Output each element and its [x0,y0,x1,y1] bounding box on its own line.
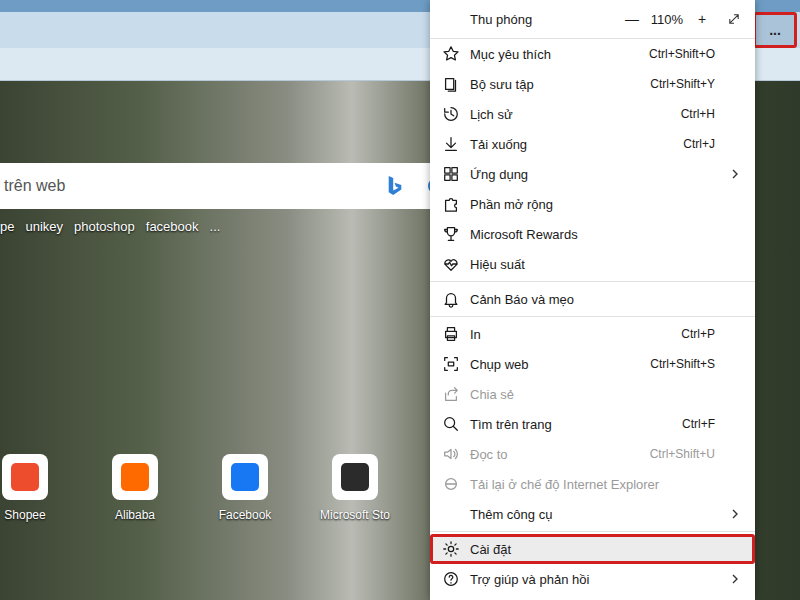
quick-link[interactable]: pe [0,219,14,234]
menu-item[interactable]: Ứng dụng [430,159,755,189]
site-logo-icon [332,454,378,500]
quick-link[interactable]: photoshop [74,219,135,234]
menu-item[interactable]: Tìm trên trang Ctrl+F [430,409,755,439]
menu-item-shortcut: Ctrl+Shift+U [650,447,715,461]
menu-item[interactable]: Lịch sử Ctrl+H [430,99,755,129]
zoom-label: Thu phóng [470,12,621,27]
menu-item-label: Ứng dụng [470,167,715,182]
share-icon [442,385,460,403]
download-icon [442,135,460,153]
apps-icon [442,165,460,183]
site-label: Alibaba [115,508,155,522]
menu-item-label: Phần mở rộng [470,197,715,212]
menu-separator [430,281,755,282]
collections-icon [442,75,460,93]
chevron-right-icon [729,573,741,585]
zoom-in-button[interactable]: + [691,11,713,27]
menu-item[interactable]: Bộ sưu tập Ctrl+Shift+Y [430,69,755,99]
speaker-icon [442,445,460,463]
menu-item[interactable]: Tải lại ở chế độ Internet Explorer [430,469,755,499]
menu-item[interactable]: Đọc to Ctrl+Shift+U [430,439,755,469]
more-button[interactable]: ... [753,12,797,48]
menu-item-shortcut: Ctrl+F [682,417,715,431]
quick-link[interactable]: facebook [146,219,199,234]
fullscreen-icon[interactable] [727,12,741,26]
menu-item-shortcut: Ctrl+Shift+Y [650,77,715,91]
search-icon [442,415,460,433]
menu-item[interactable]: Chụp web Ctrl+Shift+S [430,349,755,379]
trophy-icon [442,225,460,243]
zoom-out-button[interactable]: — [621,11,643,27]
menu-item-label: Cảnh Báo và mẹo [470,292,715,307]
menu-item[interactable]: In Ctrl+P [430,319,755,349]
menu-item[interactable]: Trợ giúp và phản hồi [430,564,755,594]
site-label: Microsoft Sto [320,508,390,522]
menu-item-label: Trợ giúp và phản hồi [470,572,715,587]
chevron-right-icon [729,508,741,520]
printer-icon [442,325,460,343]
menu-item-label: In [470,327,671,342]
menu-item[interactable]: Tải xuống Ctrl+J [430,129,755,159]
menu-item-shortcut: Ctrl+Shift+O [649,47,715,61]
site-label: Shopee [4,508,45,522]
menu-item[interactable]: Microsoft Rewards [430,219,755,249]
ie-icon [442,475,460,493]
menu-item-label: Cài đặt [470,542,715,557]
menu-item-shortcut: Ctrl+P [681,327,715,341]
site-logo-icon [112,454,158,500]
menu-item-label: Tìm trên trang [470,417,672,432]
site-tile[interactable]: Microsoft Sto [305,454,405,522]
menu-item-label: Tải lại ở chế độ Internet Explorer [470,477,715,492]
menu-item-label: Chia sẻ [470,387,715,402]
site-logo-icon [222,454,268,500]
chevron-right-icon [729,168,741,180]
star-icon [442,45,460,63]
menu-item-label: Thêm công cụ [470,507,715,522]
bing-icon[interactable] [386,175,404,197]
menu-item-label: Hiệu suất [470,257,715,272]
site-tile[interactable]: Facebook [195,454,295,522]
help-icon [442,570,460,588]
menu-item[interactable]: Mục yêu thích Ctrl+Shift+O [430,39,755,69]
menu-item[interactable]: Chia sẻ [430,379,755,409]
menu-item-shortcut: Ctrl+Shift+S [650,357,715,371]
menu-item-label: Mục yêu thích [470,47,639,62]
zoom-row: Thu phóng—110%+ [430,0,755,39]
menu-item-label: Đọc to [470,447,640,462]
menu-item[interactable]: Cảnh Báo và mẹo [430,284,755,314]
gear-icon [442,540,460,558]
menu-item-label: Bộ sưu tập [470,77,640,92]
menu-item[interactable]: Phần mở rộng [430,189,755,219]
menu-item-label: Lịch sử [470,107,671,122]
menu-item-label: Microsoft Rewards [470,227,715,242]
heart-pulse-icon [442,255,460,273]
site-logo-icon [2,454,48,500]
menu-item-label: Chụp web [470,357,640,372]
site-tile[interactable]: Shopee [0,454,75,522]
puzzle-icon [442,195,460,213]
menu-item-shortcut: Ctrl+J [683,137,715,151]
site-tile[interactable]: Alibaba [85,454,185,522]
menu-separator [430,531,755,532]
menu-item[interactable]: Hiệu suất [430,249,755,279]
menu-item-shortcut: Ctrl+H [681,107,715,121]
quick-link[interactable]: ... [210,219,221,234]
site-label: Facebook [219,508,272,522]
search-placeholder: trên web [4,177,386,195]
history-icon [442,105,460,123]
menu-item[interactable]: Thêm công cụ [430,499,755,529]
zoom-value: 110% [643,12,691,27]
menu-item-label: Tải xuống [470,137,673,152]
quick-link[interactable]: unikey [25,219,63,234]
search-box[interactable]: trên web [0,163,440,209]
settings-menu: Thu phóng—110%+ Mục yêu thích Ctrl+Shift+O… [430,0,755,600]
browser-window: trên web pe unikey photoshop facebook... Shop… [0,0,800,600]
capture-icon [442,355,460,373]
menu-separator [430,316,755,317]
menu-item[interactable]: Cài đặt [430,534,755,564]
bell-icon [442,290,460,308]
